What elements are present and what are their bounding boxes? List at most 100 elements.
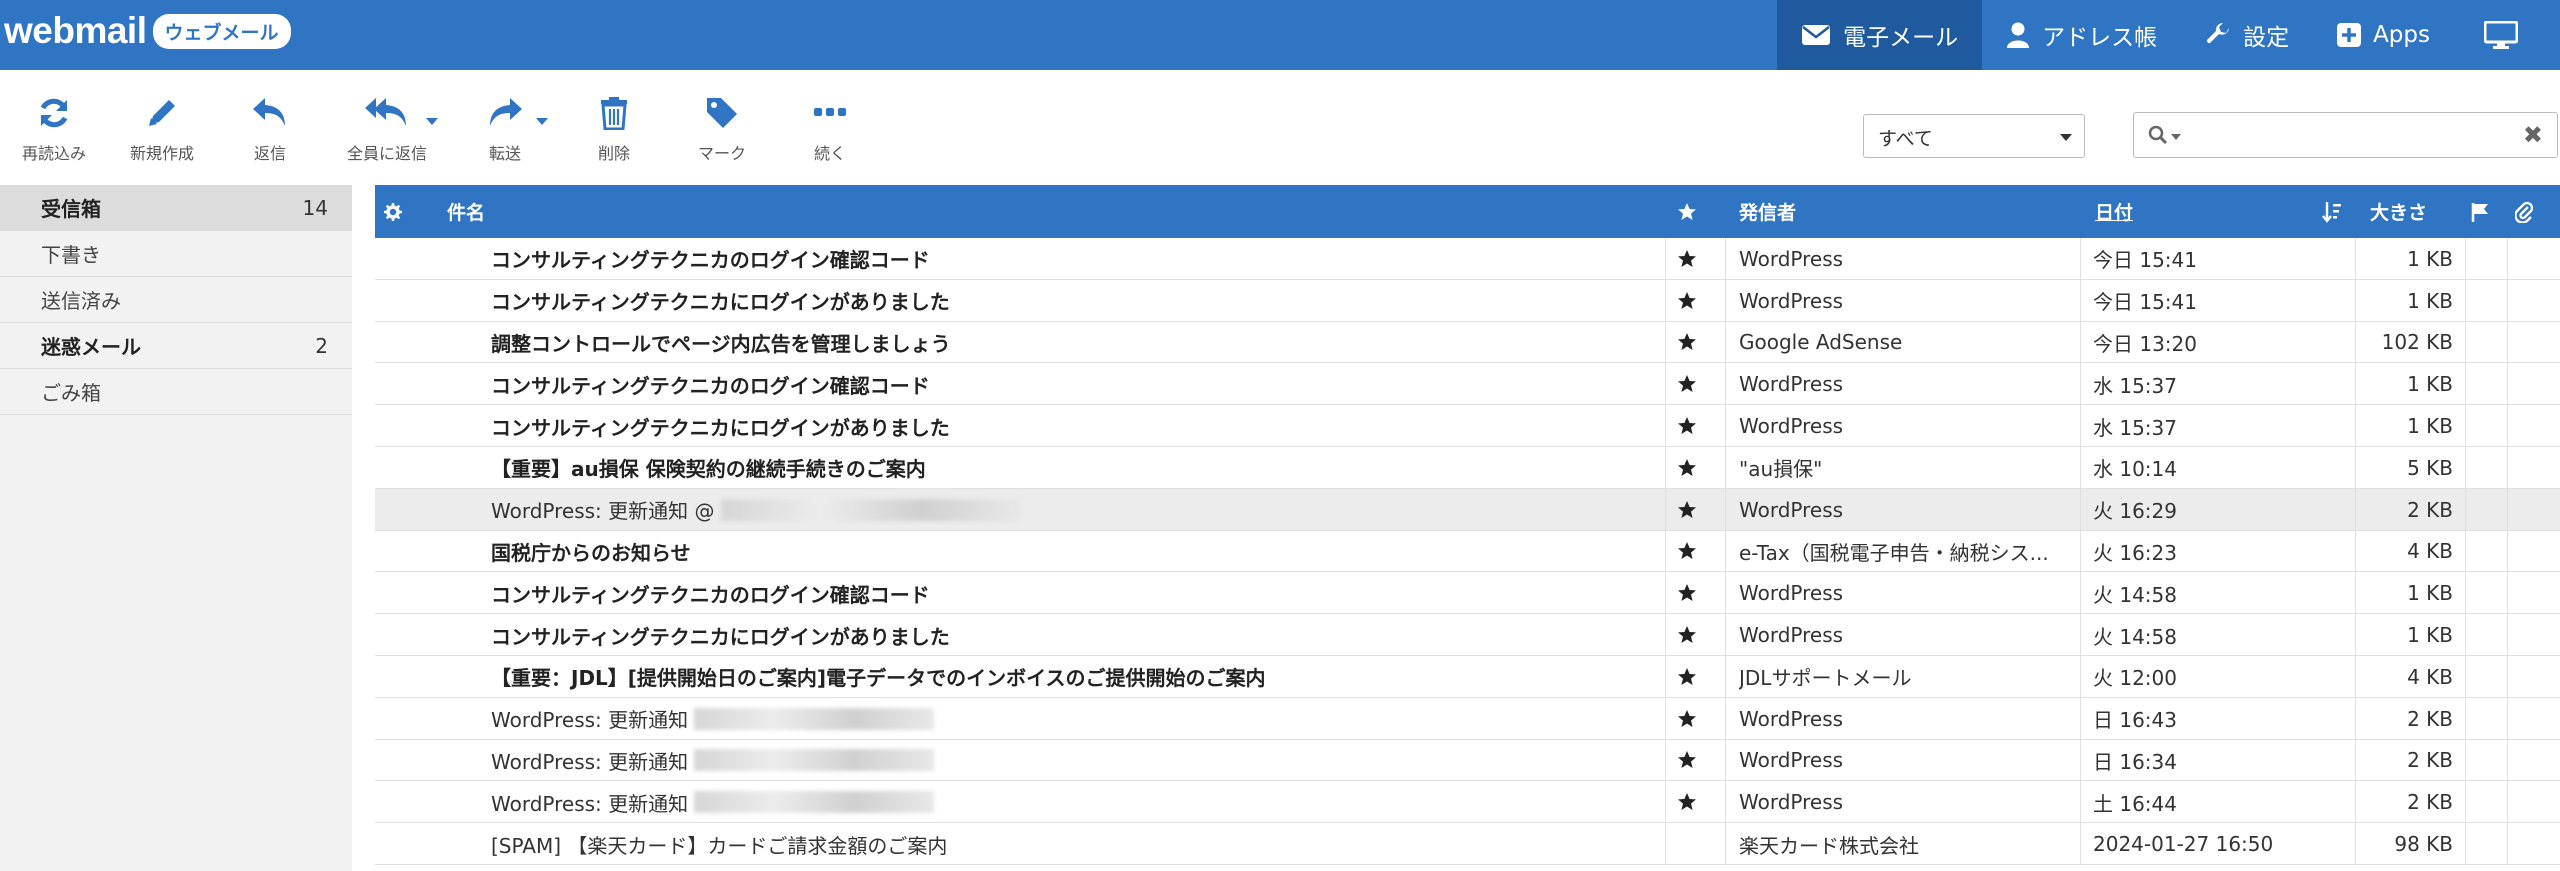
column-divider bbox=[2355, 363, 2356, 405]
column-divider bbox=[2465, 572, 2466, 614]
message-row[interactable]: コンサルティングテクニカにログインがありました WordPress 火 14:58 1… bbox=[375, 614, 2560, 656]
folder-label: 受信箱 bbox=[41, 197, 101, 221]
reply-label: 返信 bbox=[253, 144, 286, 163]
subject-column-header[interactable]: 件名 bbox=[447, 185, 485, 238]
date-column-header[interactable]: 日付 bbox=[2095, 185, 2133, 238]
nav-mail[interactable]: 電子メール bbox=[1777, 0, 1983, 70]
message-row[interactable]: 調整コントロールでページ内広告を管理しましょう Google AdSense 今日 … bbox=[375, 321, 2560, 364]
nav-addressbook[interactable]: アドレス帳 bbox=[1982, 0, 2181, 70]
search-options-icon[interactable] bbox=[2171, 134, 2181, 140]
compose-button[interactable]: 新規作成 bbox=[108, 92, 216, 172]
column-divider bbox=[1725, 446, 1726, 488]
reload-button[interactable]: 再読込み bbox=[0, 92, 108, 172]
column-divider bbox=[2080, 655, 2081, 697]
forward-dropdown-icon[interactable] bbox=[536, 118, 548, 125]
delete-button[interactable]: 削除 bbox=[560, 92, 668, 172]
star-icon[interactable] bbox=[1673, 698, 1701, 740]
column-divider bbox=[1665, 739, 1666, 781]
size-column-header[interactable]: 大きさ bbox=[2370, 185, 2427, 238]
message-row[interactable]: コンサルティングテクニカのログイン確認コード WordPress 火 14:58 1 … bbox=[375, 572, 2560, 615]
more-button[interactable]: 続く bbox=[776, 92, 884, 172]
star-icon[interactable] bbox=[1673, 656, 1701, 698]
folder-item[interactable]: 迷惑メール 2 bbox=[0, 323, 352, 369]
star-icon[interactable] bbox=[1673, 322, 1701, 364]
message-subject-text: コンサルティングテクニカにログインがありました bbox=[491, 290, 950, 315]
message-subject-text: [SPAM] 【楽天カード】カードご請求金額のご案内 bbox=[491, 833, 948, 858]
message-row[interactable]: コンサルティングテクニカのログイン確認コード WordPress 今日 15:41 1… bbox=[375, 238, 2560, 280]
message-row[interactable]: 国税庁からのお知らせ e-Tax（国税電子申告・納税シス... 火 16:23 4 K… bbox=[375, 530, 2560, 573]
column-divider bbox=[2507, 697, 2508, 739]
tag-icon bbox=[707, 98, 737, 128]
clear-search-icon[interactable]: ✖ bbox=[2523, 123, 2543, 147]
message-row[interactable]: コンサルティングテクニカにログインがありました WordPress 今日 15:41… bbox=[375, 279, 2560, 322]
flag-column-icon[interactable] bbox=[2471, 185, 2489, 238]
message-size: 1 KB bbox=[2407, 372, 2453, 397]
column-divider bbox=[1665, 321, 1666, 363]
nav-addressbook-label: アドレス帳 bbox=[2042, 25, 2158, 51]
message-row[interactable]: WordPress: 更新通知 WordPress 日 16:34 2 KB bbox=[375, 739, 2560, 782]
message-row[interactable]: [SPAM] 【楽天カード】カードご請求金額のご案内 楽天カード株式会社 2024-… bbox=[375, 823, 2560, 865]
column-divider bbox=[2507, 446, 2508, 488]
message-row[interactable]: WordPress: 更新通知 WordPress 日 16:43 2 KB bbox=[375, 697, 2560, 740]
column-divider bbox=[2355, 614, 2356, 655]
star-icon[interactable] bbox=[1673, 238, 1701, 280]
message-row[interactable]: 【重要：JDL】[提供開始日のご案内]電子データでのインボイスのご提供開始のご案… bbox=[375, 655, 2560, 698]
envelope-icon bbox=[1802, 25, 1831, 45]
nav-apps[interactable]: Apps bbox=[2313, 0, 2454, 70]
message-row[interactable]: コンサルティングテクニカのログイン確認コード WordPress 水 15:37 1 … bbox=[375, 363, 2560, 406]
compose-label: 新規作成 bbox=[129, 144, 194, 163]
message-from: WordPress bbox=[1739, 790, 1844, 815]
column-divider bbox=[2465, 697, 2466, 739]
column-divider bbox=[2080, 321, 2081, 363]
forward-button[interactable]: 転送 bbox=[450, 92, 560, 172]
unread-count: 14 bbox=[302, 195, 328, 220]
column-divider bbox=[1665, 530, 1666, 572]
folder-item[interactable]: 送信済み bbox=[0, 277, 352, 323]
column-divider bbox=[2465, 781, 2466, 823]
message-row[interactable]: 【重要】au損保 保険契約の継続手続きのご案内 "au損保" 水 10:14 5 KB bbox=[375, 446, 2560, 489]
star-column-icon[interactable] bbox=[1675, 185, 1699, 238]
reply-all-dropdown-icon[interactable] bbox=[426, 118, 438, 125]
reply-button[interactable]: 返信 bbox=[216, 92, 324, 172]
nav-apps-label: Apps bbox=[2373, 22, 2430, 48]
column-divider bbox=[2507, 739, 2508, 781]
logo[interactable]: webmail ウェブメール bbox=[4, 10, 291, 52]
star-icon[interactable] bbox=[1673, 447, 1701, 489]
from-column-header[interactable]: 発信者 bbox=[1739, 185, 1796, 238]
message-row[interactable]: コンサルティングテクニカにログインがありました WordPress 水 15:37 1… bbox=[375, 405, 2560, 447]
nav-settings[interactable]: 設定 bbox=[2181, 0, 2313, 70]
reply-all-button[interactable]: 全員に返信 bbox=[324, 92, 450, 172]
star-icon[interactable] bbox=[1673, 280, 1701, 322]
sort-descending-icon[interactable] bbox=[2322, 185, 2342, 238]
search-input[interactable] bbox=[2190, 119, 2510, 151]
message-size: 102 KB bbox=[2381, 330, 2453, 355]
folder-item[interactable]: 下書き bbox=[0, 231, 352, 277]
message-subject-text: コンサルティングテクニカのログイン確認コード bbox=[491, 582, 930, 607]
attachment-column-icon[interactable] bbox=[2515, 185, 2533, 238]
star-icon[interactable] bbox=[1673, 781, 1701, 823]
star-icon[interactable] bbox=[1673, 740, 1701, 782]
search-box[interactable]: ✖ bbox=[2133, 112, 2558, 158]
message-from: Google AdSense bbox=[1739, 330, 1903, 355]
nav-screen[interactable] bbox=[2454, 0, 2560, 70]
column-divider bbox=[2465, 405, 2466, 446]
message-row[interactable]: WordPress: 更新通知 @ WordPress 火 16:29 2 KB bbox=[375, 488, 2560, 531]
star-icon[interactable] bbox=[1673, 489, 1701, 531]
column-divider bbox=[2465, 530, 2466, 572]
star-icon[interactable] bbox=[1673, 572, 1701, 614]
list-options-icon[interactable] bbox=[383, 185, 403, 238]
star-icon[interactable] bbox=[1673, 614, 1701, 656]
mark-button[interactable]: マーク bbox=[668, 92, 776, 172]
folder-item[interactable]: 受信箱 14 bbox=[0, 185, 352, 231]
star-icon[interactable] bbox=[1673, 405, 1701, 447]
star-icon[interactable] bbox=[1673, 823, 1701, 865]
message-subject: コンサルティングテクニカにログインがありました bbox=[491, 614, 1691, 656]
star-icon[interactable] bbox=[1673, 363, 1701, 405]
search-icon[interactable] bbox=[2148, 125, 2168, 145]
column-divider bbox=[2355, 655, 2356, 697]
star-icon[interactable] bbox=[1673, 531, 1701, 573]
folder-item[interactable]: ごみ箱 bbox=[0, 369, 352, 415]
folder-label: 迷惑メール bbox=[41, 335, 141, 359]
message-row[interactable]: WordPress: 更新通知 WordPress 土 16:44 2 KB bbox=[375, 781, 2560, 824]
filter-select[interactable]: すべて bbox=[1863, 114, 2085, 158]
